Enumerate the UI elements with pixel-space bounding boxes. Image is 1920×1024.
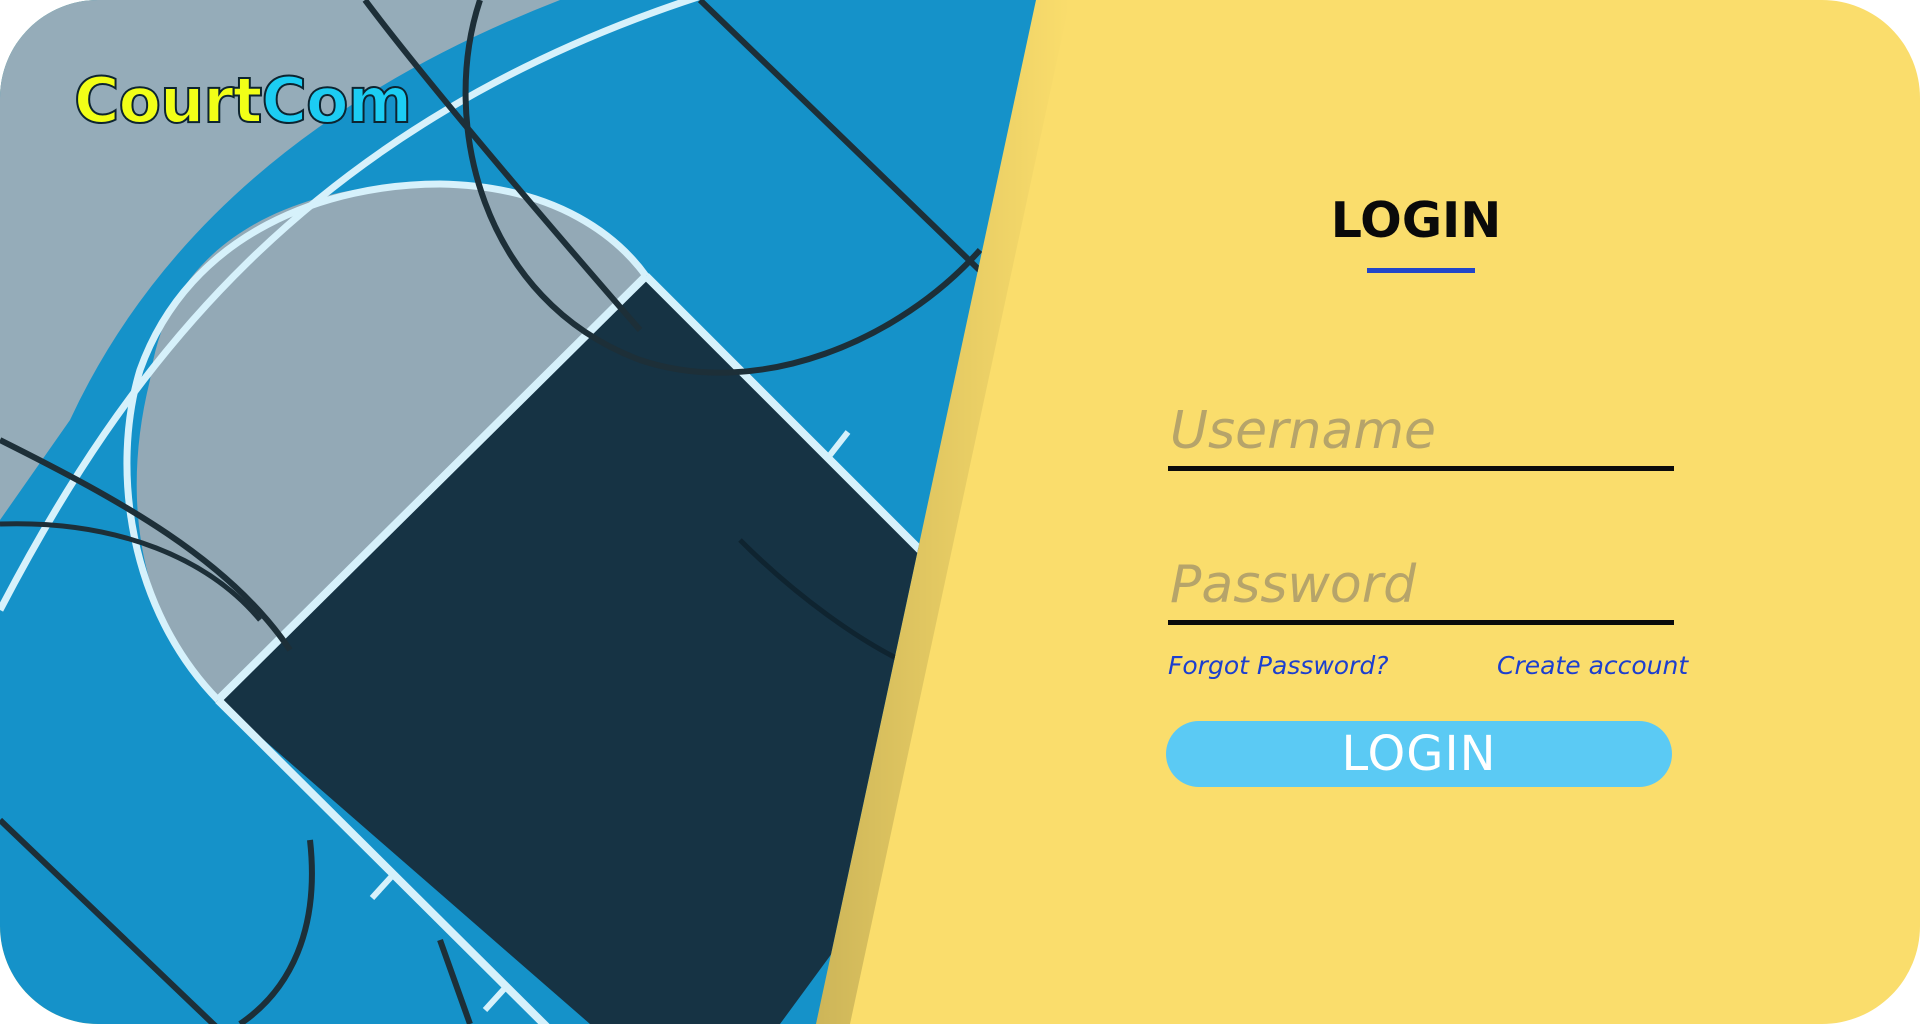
- brand-logo-part-com: Com: [260, 64, 413, 137]
- login-screen: CourtCom LOGIN Forgot Password? Create a…: [0, 0, 1920, 1024]
- password-input[interactable]: [1168, 549, 1674, 625]
- create-account-link[interactable]: Create account: [1497, 651, 1688, 680]
- brand-logo-part-court: Court: [73, 64, 263, 137]
- username-input[interactable]: [1168, 395, 1674, 471]
- login-panel: LOGIN Forgot Password? Create account LO…: [1166, 0, 1688, 1024]
- login-button[interactable]: LOGIN: [1166, 721, 1672, 787]
- title-underline: [1367, 268, 1475, 273]
- brand-logo: CourtCom: [73, 69, 413, 133]
- page-title: LOGIN: [1330, 192, 1502, 249]
- forgot-password-link[interactable]: Forgot Password?: [1168, 651, 1388, 680]
